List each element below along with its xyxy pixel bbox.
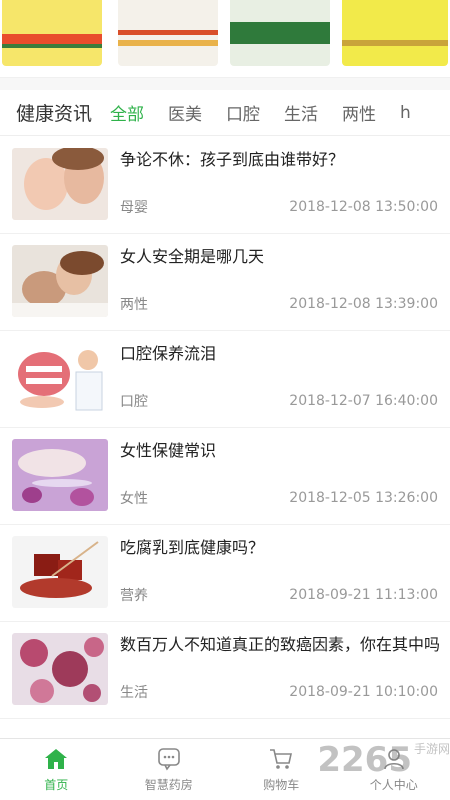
section-title: 健康资讯 (16, 103, 93, 125)
list-item[interactable]: 口腔保养流泪 口腔 2018-12-07 16:40:00 (0, 331, 450, 428)
article-thumbnail (12, 342, 108, 414)
article-title: 女人安全期是哪几天 (120, 247, 265, 266)
list-item[interactable]: 吃腐乳到底健康吗？ 营养 2018-09-21 11:13:00 (0, 525, 450, 622)
news-list: 争论不休：孩子到底由谁带好？ 母婴 2018-12-08 13:50:00 女人… (0, 137, 450, 719)
article-category: 口腔 (120, 394, 148, 410)
nav-label: 首页 (44, 778, 69, 792)
chat-icon (157, 748, 180, 771)
tab-all[interactable]: 全部 (110, 100, 144, 125)
article-title: 女性保健常识 (120, 441, 217, 460)
watermark: 2265 手游网 (317, 740, 450, 780)
tab-oral[interactable]: 口腔 (226, 100, 260, 125)
list-item[interactable]: 女性保健常识 女性 2018-12-05 13:26:00 (0, 428, 450, 525)
article-title: 口腔保养流泪 (120, 344, 217, 363)
nav-label: 智慧药房 (144, 778, 193, 792)
tab-more[interactable]: h (400, 103, 412, 123)
article-thumbnail (12, 536, 108, 608)
article-category: 营养 (120, 588, 148, 604)
article-category: 女性 (120, 491, 148, 507)
article-title: 数百万人不知道真正的致癌因素，你在其中吗 (120, 635, 441, 654)
product-card[interactable] (118, 0, 218, 66)
article-title: 吃腐乳到底健康吗？ (120, 538, 265, 557)
product-card[interactable] (2, 0, 102, 66)
product-card[interactable] (230, 0, 330, 66)
article-category: 母婴 (120, 200, 148, 216)
article-title: 争论不休：孩子到底由谁带好？ (120, 150, 345, 169)
nav-label: 购物车 (263, 778, 300, 792)
article-timestamp: 2018-12-05 13:26:00 (289, 490, 438, 506)
tab-medical-beauty[interactable]: 医美 (168, 100, 202, 125)
article-thumbnail (12, 439, 108, 511)
tab-sexual-health[interactable]: 两性 (342, 100, 376, 125)
list-item[interactable]: 数百万人不知道真正的致癌因素，你在其中吗 生活 2018-09-21 10:10… (0, 622, 450, 719)
nav-home[interactable]: 首页 (0, 739, 113, 800)
list-item[interactable]: 女人安全期是哪几天 两性 2018-12-08 13:39:00 (0, 234, 450, 331)
category-tab-bar: 健康资讯 全部 医美 口腔 生活 两性 h (0, 90, 450, 136)
product-card[interactable] (342, 0, 448, 66)
article-timestamp: 2018-12-07 16:40:00 (289, 393, 438, 409)
list-item[interactable]: 争论不休：孩子到底由谁带好？ 母婴 2018-12-08 13:50:00 (0, 137, 450, 234)
tab-life[interactable]: 生活 (284, 100, 318, 125)
cart-icon (270, 749, 293, 769)
article-timestamp: 2018-09-21 11:13:00 (289, 587, 438, 603)
article-timestamp: 2018-12-08 13:50:00 (289, 199, 438, 215)
article-category: 生活 (120, 685, 148, 701)
home-icon (45, 749, 68, 769)
article-thumbnail (12, 148, 108, 220)
product-carousel[interactable] (0, 0, 450, 78)
article-category: 两性 (120, 297, 148, 313)
article-thumbnail (12, 245, 108, 317)
article-timestamp: 2018-12-08 13:39:00 (289, 296, 438, 312)
article-thumbnail (12, 633, 108, 705)
article-timestamp: 2018-09-21 10:10:00 (289, 684, 438, 700)
nav-smart-pharmacy[interactable]: 智慧药房 (113, 739, 226, 800)
section-divider (0, 78, 450, 90)
